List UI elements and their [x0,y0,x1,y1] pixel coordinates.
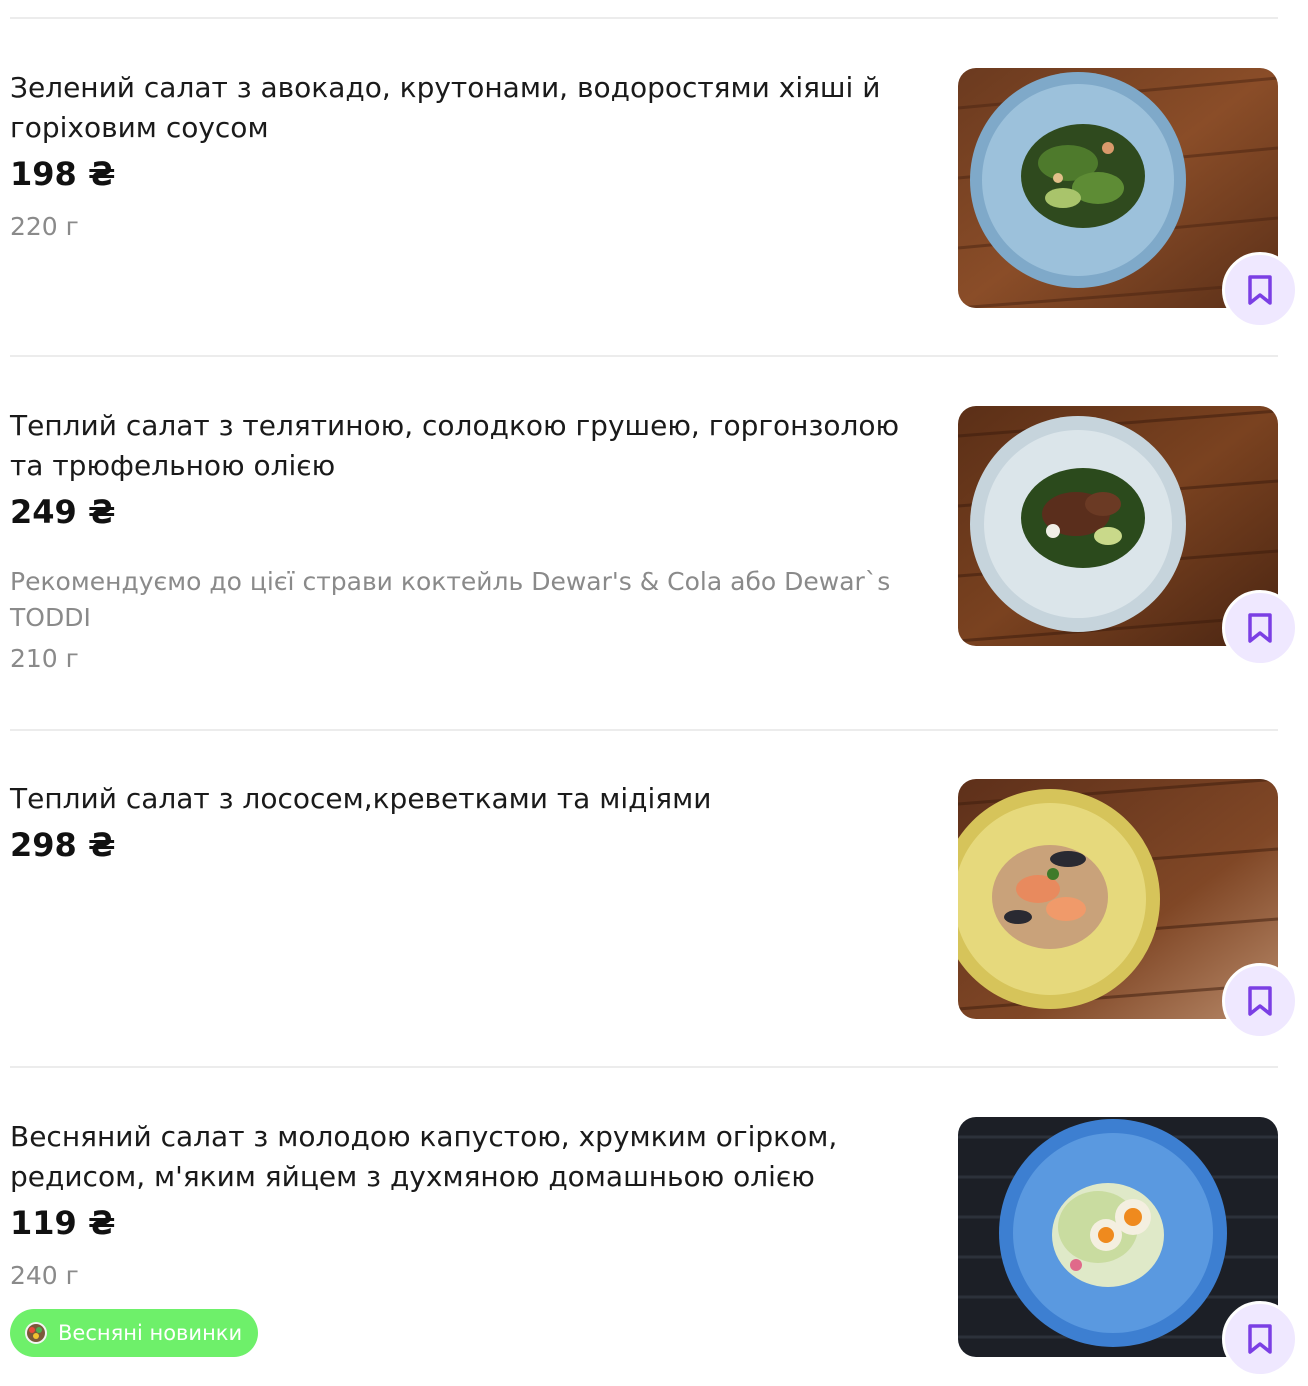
dish-price: 198 ₴ [10,155,116,193]
bookmark-icon [1248,275,1272,305]
favorite-button[interactable] [1222,1301,1298,1377]
dish-name: Теплий салат з лососем,креветками та мід… [10,782,712,815]
bookmark-icon [1248,986,1272,1016]
dish-price: 119 ₴ [10,1204,116,1242]
dish-price: 298 ₴ [10,826,116,864]
menu-item-info: Теплий салат з телятиною, солодкою груше… [10,406,920,676]
bookmark-icon [1248,613,1272,643]
dish-description: Рекомендуємо до цієї страви коктейль Dew… [10,567,891,632]
menu-item-info: Весняний салат з молодою капустою, хрумк… [10,1117,920,1357]
menu-item-info: Зелений салат з авокадо, крутонами, водо… [10,68,920,244]
divider [10,17,1278,19]
favorite-button[interactable] [1222,252,1298,328]
dish-name: Теплий салат з телятиною, солодкою груше… [10,409,900,482]
menu-item-info: Теплий салат з лососем,креветками та мід… [10,779,920,867]
bookmark-icon [1248,1324,1272,1354]
divider [10,729,1278,731]
favorite-button[interactable] [1222,590,1298,666]
dish-weight: 220 г [10,212,79,241]
divider [10,355,1278,357]
dish-name: Зелений салат з авокадо, крутонами, водо… [10,71,881,144]
salad-bowl-icon [25,1322,47,1344]
dish-weight: 210 г [10,644,79,673]
dish-weight: 240 г [10,1261,79,1290]
tag-badge[interactable]: Весняні новинки [10,1309,259,1357]
favorite-button[interactable] [1222,963,1298,1039]
divider [10,1066,1278,1068]
dish-price: 249 ₴ [10,493,116,531]
tag-label: Весняні новинки [58,1321,243,1345]
dish-name: Весняний салат з молодою капустою, хрумк… [10,1120,838,1193]
